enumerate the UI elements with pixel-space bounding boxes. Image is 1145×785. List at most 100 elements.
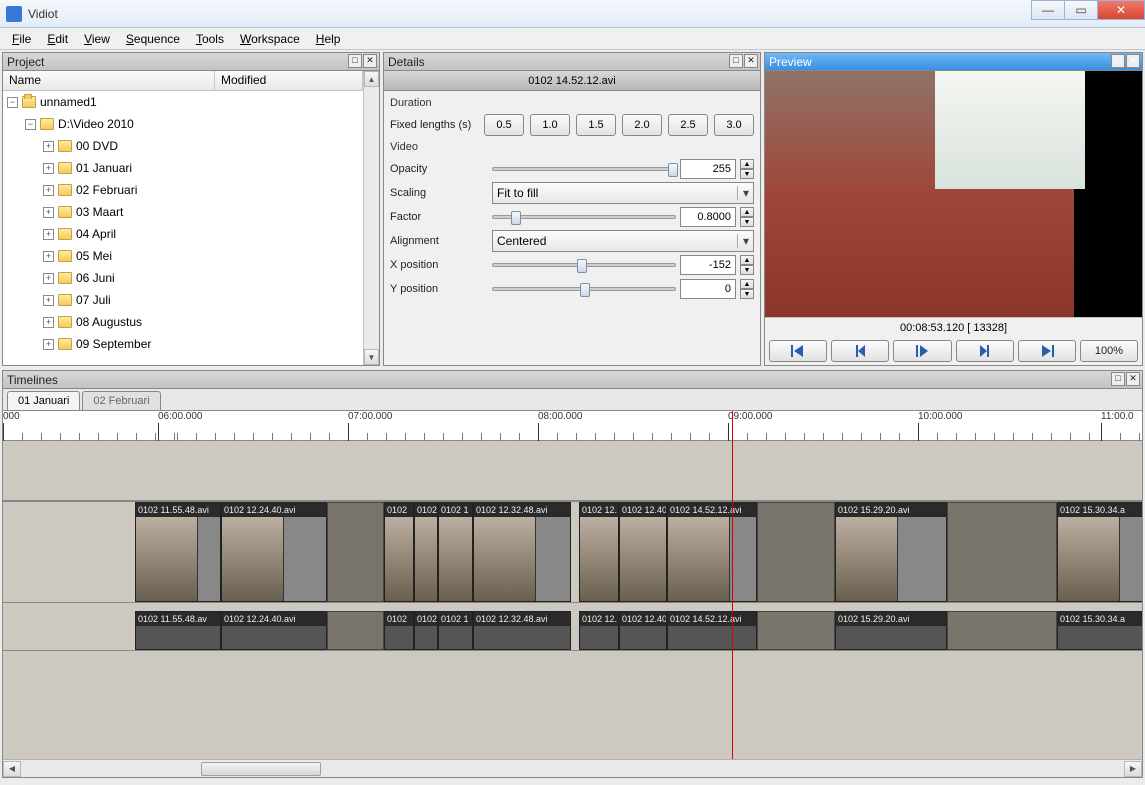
timeline-tab[interactable]: 01 Januari xyxy=(7,391,80,410)
length-button-0.5[interactable]: 0.5 xyxy=(484,114,524,136)
tree-item[interactable]: −D:\Video 2010 xyxy=(3,113,363,135)
audio-clip[interactable]: 0102 12.32.48.avi xyxy=(473,611,571,650)
expand-icon[interactable]: + xyxy=(43,185,54,196)
details-close-button[interactable]: ✕ xyxy=(744,54,758,68)
timeline-area[interactable]: 00006:00.00007:00.00008:00.00009:00.0001… xyxy=(3,411,1142,759)
xpos-spin-down[interactable]: ▼ xyxy=(740,265,754,275)
go-start-button[interactable] xyxy=(769,340,827,362)
xpos-input[interactable] xyxy=(680,255,736,275)
go-end-button[interactable] xyxy=(1018,340,1076,362)
audio-clip[interactable]: 0102 15.29.20.avi xyxy=(835,611,947,650)
step-back-button[interactable] xyxy=(831,340,889,362)
scroll-left-icon[interactable]: ◀ xyxy=(3,761,21,777)
column-modified[interactable]: Modified xyxy=(215,71,363,90)
expand-icon[interactable]: + xyxy=(43,339,54,350)
ypos-spin-up[interactable]: ▲ xyxy=(740,279,754,289)
expand-icon[interactable]: + xyxy=(43,141,54,152)
alignment-dropdown[interactable]: Centered ▾ xyxy=(492,230,754,252)
video-clip[interactable]: 0102 1 xyxy=(438,502,473,602)
scroll-thumb[interactable] xyxy=(201,762,321,776)
video-clip[interactable]: 0102 12. xyxy=(579,502,619,602)
tree-item[interactable]: +09 September xyxy=(3,333,363,355)
tree-item[interactable]: +02 Februari xyxy=(3,179,363,201)
xpos-spin-up[interactable]: ▲ xyxy=(740,255,754,265)
audio-clip[interactable]: 0102 12.24.40.avi xyxy=(221,611,327,650)
factor-slider[interactable] xyxy=(492,215,676,219)
menu-workspace[interactable]: Workspace xyxy=(232,30,308,48)
expand-icon[interactable]: − xyxy=(7,97,18,108)
play-button[interactable] xyxy=(893,340,951,362)
menu-file[interactable]: File xyxy=(4,30,39,48)
audio-clip[interactable]: 0102 xyxy=(384,611,414,650)
scroll-up-icon[interactable]: ▲ xyxy=(364,71,379,87)
opacity-slider[interactable] xyxy=(492,167,676,171)
tree-item[interactable]: +00 DVD xyxy=(3,135,363,157)
details-dock-button[interactable]: □ xyxy=(729,54,743,68)
expand-icon[interactable]: + xyxy=(43,273,54,284)
close-button[interactable]: ✕ xyxy=(1097,0,1145,20)
video-clip[interactable]: 0102 14.52.12.avi xyxy=(667,502,757,602)
tree-item[interactable]: +03 Maart xyxy=(3,201,363,223)
tree-item[interactable]: +06 Juni xyxy=(3,267,363,289)
tree-item[interactable]: +07 Juli xyxy=(3,289,363,311)
video-clip[interactable]: 0102 xyxy=(414,502,438,602)
expand-icon[interactable]: + xyxy=(43,207,54,218)
expand-icon[interactable]: + xyxy=(43,163,54,174)
factor-spin-up[interactable]: ▲ xyxy=(740,207,754,217)
step-forward-button[interactable] xyxy=(956,340,1014,362)
video-clip[interactable]: 0102 12.32.48.avi xyxy=(473,502,571,602)
timeline-gap[interactable] xyxy=(327,611,384,650)
timeline-scrollbar[interactable]: ◀ ▶ xyxy=(3,759,1142,777)
scroll-down-icon[interactable]: ▼ xyxy=(364,349,379,365)
playhead[interactable] xyxy=(732,411,733,759)
ypos-spin-down[interactable]: ▼ xyxy=(740,289,754,299)
audio-clip[interactable]: 0102 xyxy=(414,611,438,650)
length-button-1.0[interactable]: 1.0 xyxy=(530,114,570,136)
opacity-input[interactable] xyxy=(680,159,736,179)
timeline-gap[interactable] xyxy=(757,611,835,650)
video-track[interactable]: 0102 11.55.48.avi0102 12.24.40.avi010201… xyxy=(3,501,1142,603)
opacity-spin-up[interactable]: ▲ xyxy=(740,159,754,169)
ypos-slider[interactable] xyxy=(492,287,676,291)
tree-item[interactable]: +01 Januari xyxy=(3,157,363,179)
length-button-3.0[interactable]: 3.0 xyxy=(714,114,754,136)
length-button-1.5[interactable]: 1.5 xyxy=(576,114,616,136)
expand-icon[interactable]: + xyxy=(43,295,54,306)
audio-clip[interactable]: 0102 1 xyxy=(438,611,473,650)
timeline-gap[interactable] xyxy=(327,502,384,602)
length-button-2.5[interactable]: 2.5 xyxy=(668,114,708,136)
xpos-slider[interactable] xyxy=(492,263,676,267)
menu-edit[interactable]: Edit xyxy=(39,30,76,48)
menu-sequence[interactable]: Sequence xyxy=(118,30,188,48)
project-tree[interactable]: −unnamed1−D:\Video 2010+00 DVD+01 Januar… xyxy=(3,91,363,365)
tree-item[interactable]: +04 April xyxy=(3,223,363,245)
ypos-input[interactable] xyxy=(680,279,736,299)
video-clip[interactable]: 0102 12.24.40.avi xyxy=(221,502,327,602)
menu-tools[interactable]: Tools xyxy=(188,30,232,48)
expand-icon[interactable]: + xyxy=(43,229,54,240)
tree-item[interactable]: +08 Augustus xyxy=(3,311,363,333)
factor-spin-down[interactable]: ▼ xyxy=(740,217,754,227)
project-close-button[interactable]: ✕ xyxy=(363,54,377,68)
timeline-tab[interactable]: 02 Februari xyxy=(82,391,160,410)
timelines-dock-button[interactable]: □ xyxy=(1111,372,1125,386)
tree-item[interactable]: −unnamed1 xyxy=(3,91,363,113)
preview-viewport[interactable] xyxy=(765,71,1142,317)
zoom-display[interactable]: 100% xyxy=(1080,340,1138,362)
audio-clip[interactable]: 0102 14.52.12.avi xyxy=(667,611,757,650)
audio-clip[interactable]: 0102 11.55.48.av xyxy=(135,611,221,650)
audio-clip[interactable]: 0102 12.40 xyxy=(619,611,667,650)
tree-item[interactable]: +05 Mei xyxy=(3,245,363,267)
project-scrollbar[interactable]: ▲ ▼ xyxy=(363,71,379,365)
timeline-gap[interactable] xyxy=(757,502,835,602)
video-clip[interactable]: 0102 15.30.34.a xyxy=(1057,502,1142,602)
factor-input[interactable] xyxy=(680,207,736,227)
preview-dock-button[interactable]: □ xyxy=(1111,54,1125,68)
scroll-right-icon[interactable]: ▶ xyxy=(1124,761,1142,777)
column-name[interactable]: Name xyxy=(3,71,215,90)
preview-close-button[interactable]: ✕ xyxy=(1126,54,1140,68)
audio-track[interactable]: 0102 11.55.48.av0102 12.24.40.avi0102010… xyxy=(3,611,1142,651)
menu-view[interactable]: View xyxy=(76,30,118,48)
timeline-gap[interactable] xyxy=(947,502,1057,602)
timelines-close-button[interactable]: ✕ xyxy=(1126,372,1140,386)
